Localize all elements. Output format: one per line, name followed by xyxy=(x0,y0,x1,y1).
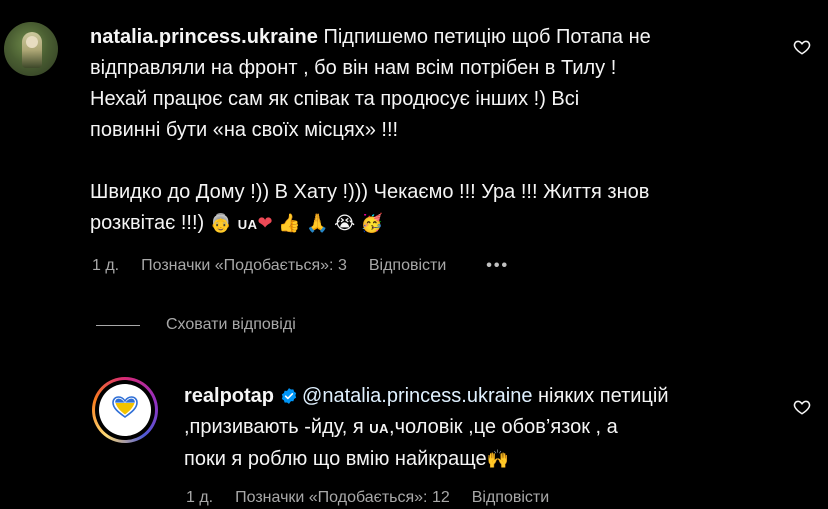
reply-avatar-story-ring[interactable] xyxy=(92,377,158,443)
like-heart-icon[interactable] xyxy=(793,38,811,56)
reply-avatar xyxy=(99,384,151,436)
comment-meta: 1 д. Позначки «Подобається»: 3 Відповіст… xyxy=(92,257,531,275)
hide-replies-button[interactable]: Сховати відповіді xyxy=(96,316,296,334)
replies-divider-line xyxy=(96,324,140,326)
ukraine-heart-logo-icon xyxy=(112,396,138,418)
reply-username[interactable]: realpotap xyxy=(184,385,274,407)
ukraine-flag-icon: UA xyxy=(237,217,258,232)
raising-hands-emoji: 🙌 xyxy=(486,449,510,470)
old-woman-emoji: 👵 xyxy=(209,213,233,234)
comment-reply-button[interactable]: Відповісти xyxy=(369,257,446,275)
reply-text-line2a: ,призивають -йду, я xyxy=(184,416,364,438)
ukraine-flag-icon: UA xyxy=(369,421,390,436)
reply-text: realpotap @natalia.princess.ukraine ніяк… xyxy=(184,381,784,475)
comment-text: natalia.princess.ukraine Підпишемо петиц… xyxy=(90,22,790,240)
reply-text-line3: поки я роблю що вмію найкраще xyxy=(184,448,487,470)
thumbs-up-emoji: 👍 xyxy=(278,213,301,234)
comment-username[interactable]: natalia.princess.ukraine xyxy=(90,26,318,48)
reply-avatar-gap xyxy=(95,380,155,440)
comment-text-line5: Швидко до Дому !)) В Хату !))) Чекаємо !… xyxy=(90,181,650,203)
hide-replies-label: Сховати відповіді xyxy=(166,316,296,333)
reply-like-heart-icon[interactable] xyxy=(793,398,811,416)
reply-text-line1: ніяких петицій xyxy=(532,385,669,407)
avatar-face xyxy=(26,36,38,48)
red-heart-emoji: ❤ xyxy=(257,213,273,234)
reply-reply-button[interactable]: Відповісти xyxy=(472,489,549,507)
more-options-button[interactable]: ••• xyxy=(486,257,509,275)
comment-likes-count[interactable]: Позначки «Подобається»: 3 xyxy=(141,257,347,275)
comment-text-line1: Підпишемо петицію щоб Потапа не xyxy=(323,26,651,48)
reply-likes-count[interactable]: Позначки «Подобається»: 12 xyxy=(235,489,450,507)
reply-time: 1 д. xyxy=(186,489,214,506)
commenter-avatar[interactable] xyxy=(4,22,58,76)
reply-text-line2b: ,чоловік ,це обов’язок , а xyxy=(389,416,618,438)
comment-text-line4: повинні бути «на своїх місцях» !!! xyxy=(90,119,399,141)
comment-text-line3: Нехай працює сам як співак та продюсує і… xyxy=(90,88,580,110)
pray-emoji: 🙏 xyxy=(306,213,329,234)
reply-mention-link[interactable]: @natalia.princess.ukraine xyxy=(302,385,532,407)
reply-meta: 1 д. Позначки «Подобається»: 12 Відповіс… xyxy=(186,489,571,507)
comment-time: 1 д. xyxy=(92,257,120,274)
comment-text-line6: розквітає !!!) xyxy=(90,212,205,234)
comment-text-line2: відправляли на фронт , бо він нам всім п… xyxy=(90,57,617,79)
crying-emoji: 😭 xyxy=(334,213,356,234)
verified-badge-icon xyxy=(281,388,297,404)
party-face-emoji: 🥳 xyxy=(360,213,384,234)
